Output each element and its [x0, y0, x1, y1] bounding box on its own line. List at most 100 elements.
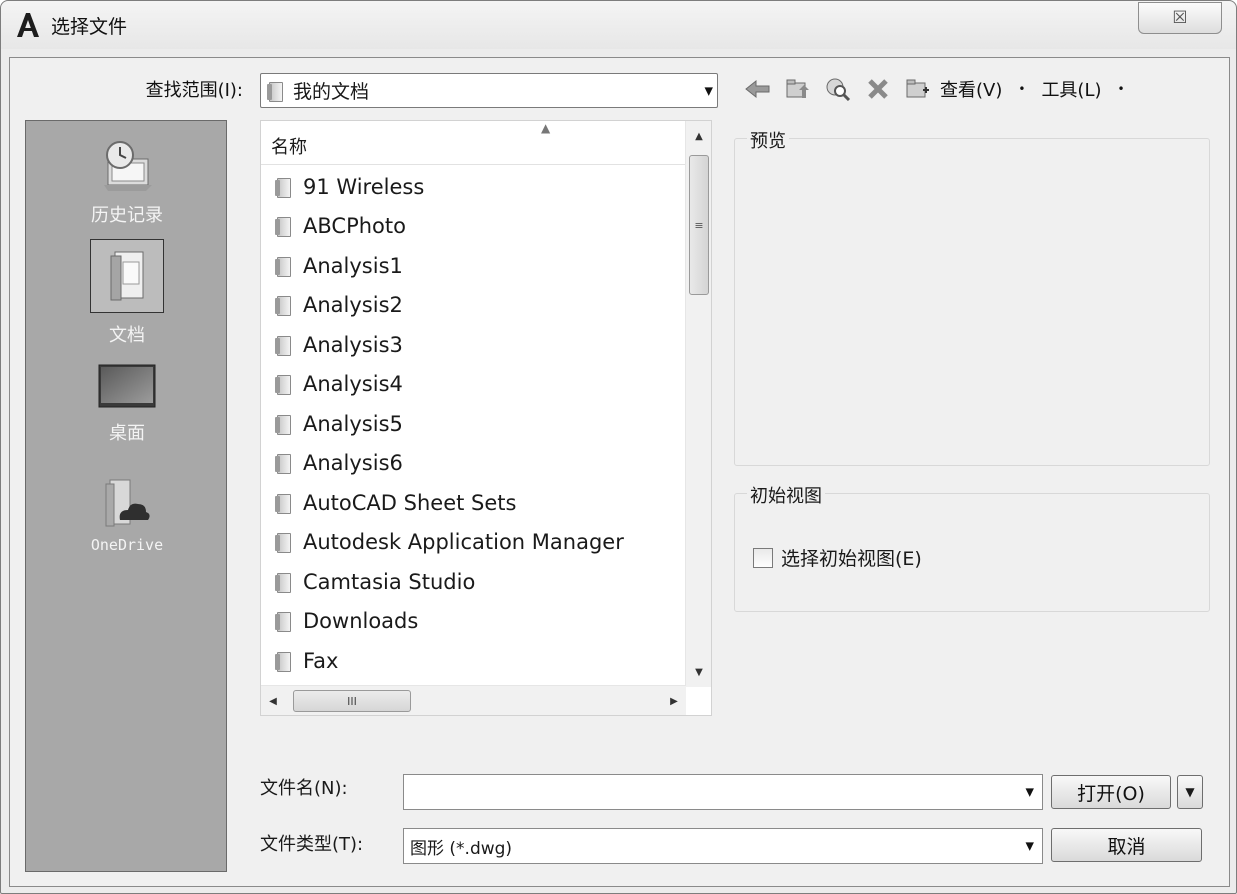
file-list-item[interactable]: Analysis1 [261, 246, 686, 286]
chevron-down-icon: ▼ [1025, 839, 1034, 853]
scroll-right-icon[interactable]: ▶ [662, 686, 686, 716]
autocad-logo-icon [17, 13, 39, 37]
file-list-item[interactable]: Downloads [261, 602, 686, 642]
file-list-item[interactable]: Analysis5 [261, 404, 686, 444]
horizontal-scroll-thumb[interactable]: III [293, 690, 411, 712]
place-history[interactable]: 历史记录 [26, 139, 228, 227]
file-list-item-name: Analysis5 [303, 411, 403, 436]
folder-icon [275, 374, 293, 396]
back-arrow-icon[interactable] [738, 71, 778, 107]
folder-icon [275, 532, 293, 554]
folder-icon [275, 216, 293, 238]
tools-menu[interactable]: 工具(L) • [1041, 76, 1124, 102]
file-list-item-name: Autodesk Application Manager [303, 530, 624, 555]
column-header-label: 名称 [271, 137, 307, 158]
file-name-label: 文件名(N): [260, 778, 348, 799]
sort-ascending-icon: ▲ [541, 121, 551, 135]
title-bar: 选择文件 ☒ [1, 1, 1236, 49]
place-desktop[interactable]: 桌面 [26, 363, 228, 445]
file-list-item-name: Analysis1 [303, 253, 403, 278]
file-type-value: 图形 (*.dwg) [410, 838, 513, 859]
folder-icon [275, 295, 293, 317]
scroll-left-icon[interactable]: ◀ [261, 686, 285, 716]
folder-icon [275, 256, 293, 277]
chevron-down-icon[interactable]: ▼ [1026, 786, 1034, 799]
initial-view-title: 初始视图 [747, 482, 825, 508]
look-in-dropdown[interactable]: 我的文档 ▼ [260, 73, 718, 108]
place-label: 桌面 [109, 423, 145, 444]
select-initial-view-label: 选择初始视图(E) [781, 548, 922, 570]
folder-icon [275, 453, 293, 475]
folder-icon [275, 651, 293, 672]
file-list-item-name: Fax [303, 648, 339, 673]
file-type-label: 文件类型(T): [260, 834, 364, 855]
file-list-item[interactable]: Analysis3 [261, 325, 686, 365]
file-list-rows: 91 Wireless ABCPhoto Analysis1 Analysis2 Ana… [261, 167, 686, 687]
places-bar: 历史记录 文档 桌面 OneDrive [25, 120, 227, 872]
onedrive-icon [26, 476, 228, 528]
file-list-item-name: Analysis4 [303, 372, 403, 397]
close-button[interactable]: ☒ [1138, 2, 1222, 34]
scroll-up-icon[interactable]: ▲ [686, 121, 712, 151]
open-button-label: 打开(O) [1077, 782, 1145, 805]
place-label: 文档 [109, 325, 145, 346]
search-web-icon[interactable] [818, 71, 858, 107]
cancel-button[interactable]: 取消 [1051, 828, 1202, 862]
folder-icon [275, 177, 293, 198]
history-icon [26, 139, 228, 193]
chevron-down-icon: ▼ [1185, 785, 1195, 799]
cancel-button-label: 取消 [1107, 835, 1146, 858]
dropdown-dot-icon: • [1117, 82, 1125, 96]
view-menu[interactable]: 查看(V) • [940, 76, 1025, 102]
file-name-input[interactable]: ▼ [403, 774, 1043, 810]
file-list-item[interactable]: Camtasia Studio [261, 562, 686, 602]
file-list-item-name: AutoCAD Sheet Sets [303, 490, 517, 515]
file-list: 名称 ▲ 91 Wireless ABCPhoto Analysis1 Analysi… [260, 120, 712, 716]
file-list-item[interactable]: Analysis2 [261, 286, 686, 326]
dialog-body: 查找范围(I): 我的文档 ▼ 查看(V) • 工具(L) • 历史记录 文档 … [9, 57, 1230, 887]
file-type-dropdown[interactable]: 图形 (*.dwg) ▼ [403, 828, 1043, 864]
folder-icon [275, 611, 293, 633]
preview-title: 预览 [747, 127, 789, 153]
file-list-item-name: Camtasia Studio [303, 569, 476, 594]
folder-icon [275, 335, 293, 356]
dropdown-dot-icon: • [1018, 82, 1026, 96]
file-list-item-name: Analysis2 [303, 293, 403, 318]
close-icon: ☒ [1172, 8, 1188, 28]
file-list-item-name: Analysis6 [303, 451, 403, 476]
file-list-item[interactable]: Analysis6 [261, 444, 686, 484]
delete-icon[interactable] [858, 71, 898, 107]
place-onedrive[interactable]: OneDrive [26, 476, 228, 554]
open-button[interactable]: 打开(O) [1051, 775, 1171, 809]
vertical-scroll-thumb[interactable]: ≡ [689, 155, 709, 295]
vertical-scrollbar[interactable]: ▲ ≡ ▼ [685, 121, 711, 687]
select-initial-view-option[interactable]: 选择初始视图(E) [753, 544, 922, 571]
horizontal-scrollbar[interactable]: ◀ III ▶ [261, 685, 686, 715]
scroll-down-icon[interactable]: ▼ [686, 657, 712, 687]
view-menu-label: 查看(V) [940, 80, 1003, 101]
new-folder-icon[interactable] [898, 71, 938, 107]
documents-folder-icon [267, 81, 285, 102]
file-list-item[interactable]: Fax [261, 641, 686, 681]
chevron-down-icon: ▼ [704, 84, 713, 97]
file-list-item-name: Downloads [303, 609, 419, 634]
file-list-item[interactable]: 91 Wireless [261, 167, 686, 207]
file-list-item-name: Analysis3 [303, 332, 403, 357]
file-list-item-name: ABCPhoto [303, 214, 406, 239]
up-folder-icon[interactable] [778, 71, 818, 107]
documents-icon [90, 239, 164, 313]
open-options-dropdown[interactable]: ▼ [1177, 775, 1203, 809]
file-list-item[interactable]: ABCPhoto [261, 207, 686, 247]
file-list-item[interactable]: Autodesk Application Manager [261, 523, 686, 563]
select-file-dialog: 选择文件 ☒ 查找范围(I): 我的文档 ▼ 查看(V) • 工具(L) • 历… [0, 0, 1237, 894]
select-initial-view-checkbox[interactable] [753, 547, 773, 568]
file-list-item[interactable]: Analysis4 [261, 365, 686, 405]
file-list-item-name: 91 Wireless [303, 174, 425, 199]
place-documents[interactable]: 文档 [26, 239, 228, 347]
look-in-label: 查找范围(I): [145, 80, 243, 101]
folder-icon [275, 493, 293, 514]
column-header-name[interactable]: 名称 ▲ [261, 121, 686, 165]
tools-menu-label: 工具(L) [1041, 80, 1102, 101]
file-list-item[interactable]: AutoCAD Sheet Sets [261, 483, 686, 523]
desktop-icon [26, 363, 228, 411]
